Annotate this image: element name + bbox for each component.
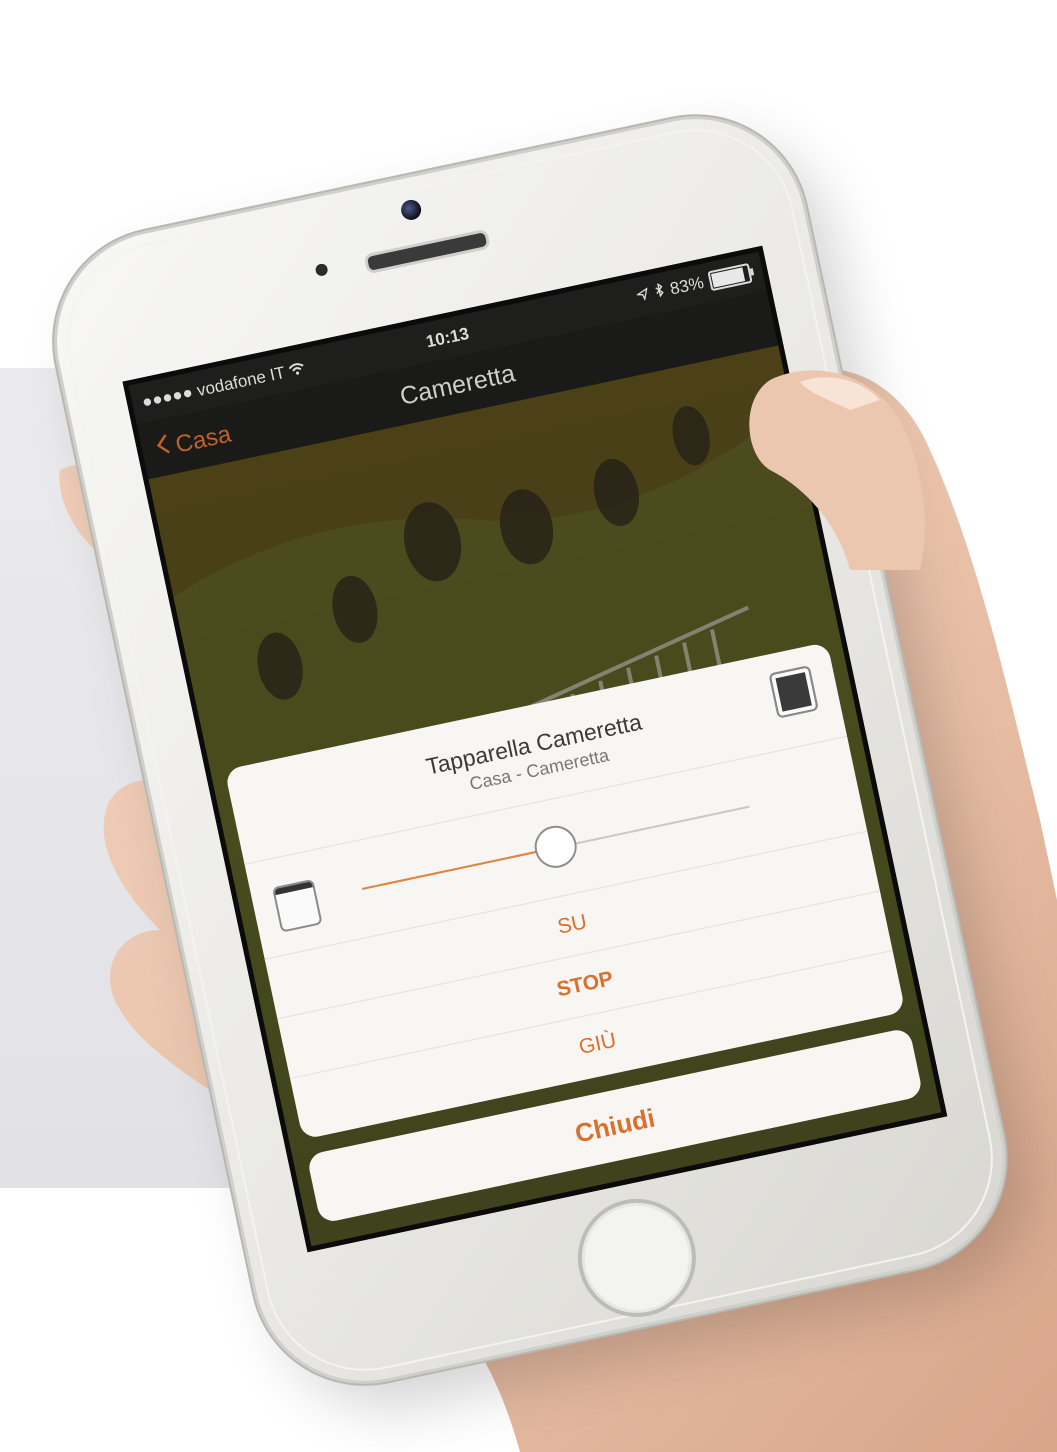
slider-knob[interactable] [530,821,581,872]
battery-icon [707,262,753,292]
battery-fill [710,267,745,288]
bluetooth-icon [653,281,667,303]
slider-fill [362,846,557,890]
thumb [749,370,925,570]
blind-open-icon[interactable] [271,878,323,933]
battery-percent: 83% [668,272,706,299]
